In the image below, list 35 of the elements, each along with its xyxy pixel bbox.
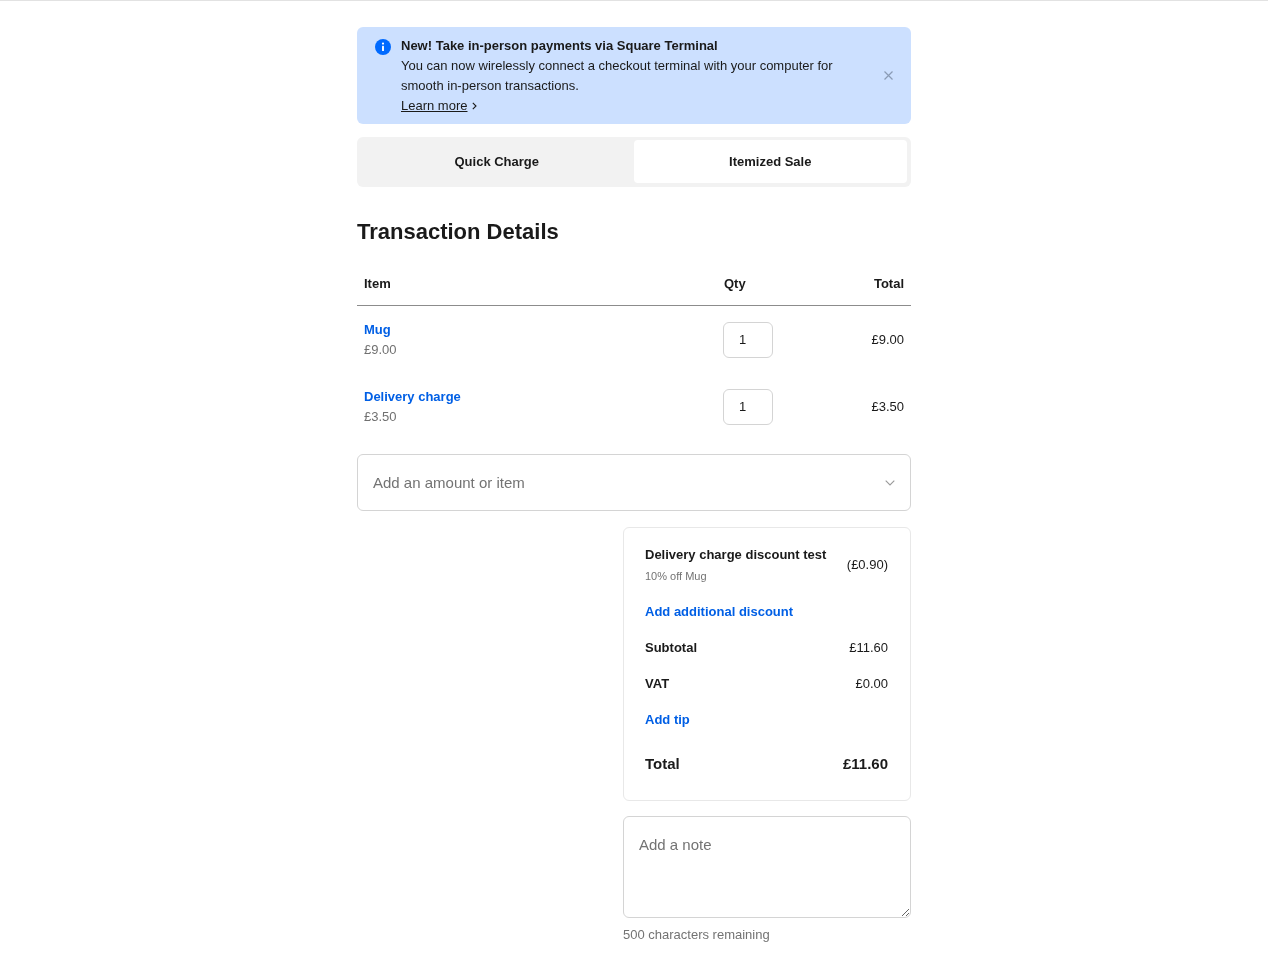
close-icon[interactable] [884, 70, 893, 80]
learn-more-link[interactable]: Learn more [401, 96, 468, 116]
column-header: Item [364, 275, 392, 291]
summary-value: £0.00 [855, 675, 888, 691]
total-value: £11.60 [842, 754, 888, 772]
summary-link[interactable]: Add tip [645, 711, 690, 727]
summary-value: £11.60 [849, 639, 888, 655]
column-header: Total [872, 275, 904, 291]
banner-message: You can now wirelessly connect a checkout terminal with your computer for smooth in-person transactions. [401, 57, 834, 95]
summary-link[interactable]: Add additional discount [645, 603, 794, 619]
discount-name: Delivery charge discount test [645, 546, 827, 564]
chevron-down-icon[interactable] [885, 480, 895, 486]
item-name-link[interactable]: Delivery charge [364, 386, 461, 407]
chevron-right-icon [472, 102, 478, 110]
info-icon [375, 39, 391, 55]
quantity-input[interactable]: 1 [723, 388, 773, 425]
page-heading: Transaction Details [357, 218, 560, 246]
tab[interactable]: Quick Charge [360, 140, 634, 183]
line-total: £9.00 [870, 332, 904, 347]
column-header: Qty [724, 275, 747, 291]
item-price: £3.50 [364, 407, 397, 426]
discount-amount: (£0.90) [846, 557, 888, 572]
quantity-input[interactable]: 1 [723, 321, 773, 358]
summary-label: Subtotal [645, 639, 697, 655]
line-total: £3.50 [870, 399, 904, 414]
banner-title: New! Take in-person payments via Square Terminal [401, 37, 719, 55]
total-label: Total [645, 754, 680, 772]
item-price: £9.00 [364, 340, 397, 359]
tab[interactable]: Itemized Sale [633, 140, 907, 183]
summary-label: VAT [645, 675, 670, 691]
characters-remaining: 500 characters remaining [623, 926, 771, 944]
discount-detail: 10% off Mug [645, 569, 708, 584]
item-name-link[interactable]: Mug [364, 319, 391, 340]
note-field[interactable]: Add a note [623, 816, 911, 918]
add-item-field[interactable]: Add an amount or item [357, 454, 911, 511]
